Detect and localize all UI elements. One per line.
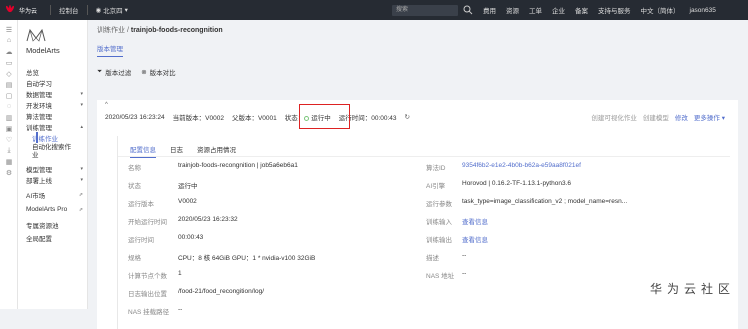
modelarts-logo[interactable]: ModelArts <box>18 20 87 66</box>
network-icon[interactable]: ◌ <box>0 101 18 112</box>
top-menu: 费用 资源 工单 企业 备案 支持与服务 中文（简体） jason635 <box>478 0 721 20</box>
version-detail-panel: 配置信息 日志 资源占用情况 名称 trainjob-foods-recongni… <box>117 136 730 329</box>
compare-icon: ⊚ <box>141 69 147 76</box>
tab-version-management[interactable]: 版本管理 <box>97 43 123 57</box>
current-version: 当前版本：V0002 <box>172 115 224 122</box>
menu-user[interactable]: jason635 <box>685 7 721 14</box>
menu-billing[interactable]: 费用 <box>478 5 501 15</box>
sidebar-item-deployment[interactable]: 部署上线 ▾ <box>18 174 87 185</box>
breadcrumb-current: trainjob-foods-recongnition <box>130 27 223 34</box>
console-link[interactable]: 控制台 <box>55 5 83 15</box>
sidebar-item-algorithms[interactable]: 算法管理 <box>18 110 87 121</box>
chevron-down-icon: ▾ <box>80 176 83 183</box>
view-input-link[interactable]: 查看信息 <box>462 216 488 226</box>
modelarts-mark-icon <box>26 28 46 42</box>
sidebar-item-global-config[interactable]: 全局配置 <box>18 232 87 243</box>
version-actions: 创建可视化作业 创建模型 修改 更多操作 ▾ <box>591 112 725 122</box>
menu-icp[interactable]: 备案 <box>570 5 593 15</box>
sidebar-item-modelarts-pro[interactable]: ModelArts Pro ⇗ <box>18 204 87 215</box>
brand-text: 华为云 <box>19 8 38 15</box>
main-content: 训练作业 / trainjob-foods-recongnition 版本管理 … <box>88 20 748 329</box>
heart-icon[interactable]: ♡ <box>0 134 18 145</box>
chevron-down-icon: ▾ <box>80 101 83 108</box>
grid-icon[interactable]: ▦ <box>0 156 18 167</box>
menu-support[interactable]: 支持与服务 <box>593 5 636 15</box>
create-model-button[interactable]: 创建模型 <box>643 112 669 122</box>
region-icon: ◉ <box>95 7 102 14</box>
sidebar-item-ai-market[interactable]: AI市场 ⇗ <box>18 189 87 200</box>
divider <box>50 5 51 15</box>
menu-tickets[interactable]: 工单 <box>524 5 547 15</box>
search-input[interactable]: 搜索 <box>392 5 458 16</box>
sidebar-item-dedicated-pool[interactable]: 专属资源池 <box>18 219 87 230</box>
sidebar-item-overview[interactable]: 总览 <box>18 66 87 77</box>
status-highlight-box <box>299 104 350 129</box>
monitor-icon[interactable]: ▣ <box>0 123 18 134</box>
server-icon[interactable]: ▭ <box>0 57 18 68</box>
chevron-down-icon: ▾ <box>124 7 128 14</box>
chevron-down-icon: ▾ <box>80 165 83 172</box>
chevron-down-icon: ▾ <box>80 90 83 97</box>
sidebar-item-auto-learning[interactable]: 自动学习 <box>18 77 87 88</box>
breadcrumb-parent[interactable]: 训练作业 <box>97 27 125 34</box>
version-toolbar: ⏷ 版本过滤 ⊚ 版本对比 <box>97 67 176 77</box>
top-bar: 华为云 控制台 ◉ 北京四 ▾ 搜索 费用 资源 工单 企业 备案 支持与服务 … <box>0 0 748 20</box>
sidebar-item-dev-env[interactable]: 开发环境 ▾ <box>18 99 87 110</box>
database-icon[interactable]: ▤ <box>0 79 18 90</box>
more-actions-button[interactable]: 更多操作 ▾ <box>694 112 725 122</box>
huawei-logo-icon <box>5 5 15 13</box>
page-tabs: 版本管理 <box>97 43 123 57</box>
breadcrumb-separator: / <box>126 27 129 34</box>
shield-icon[interactable]: ◇ <box>0 68 18 79</box>
divider <box>86 5 88 15</box>
sidebar-item-model-management[interactable]: 模型管理 ▾ <box>18 163 87 174</box>
algorithm-id-link[interactable]: 9354f6b2-e1e2-4b0b-b62a-e59aa8f021ef <box>462 162 581 169</box>
external-link-icon: ⇗ <box>78 191 83 198</box>
search-icon[interactable] <box>462 4 474 16</box>
product-name: ModelArts <box>26 46 60 55</box>
sidebar-item-training-jobs[interactable]: 训练作业 <box>18 132 87 143</box>
parent-version: 父版本：V0001 <box>231 115 277 122</box>
watermark: 华为云社区 <box>650 282 736 296</box>
tab-divider <box>118 156 730 157</box>
menu-enterprise[interactable]: 企业 <box>547 5 570 15</box>
create-visualization-button[interactable]: 创建可视化作业 <box>591 112 637 122</box>
huawei-cloud-logo[interactable]: 华为云 <box>0 0 46 20</box>
chevron-up-icon: ▴ <box>80 123 83 130</box>
menu-language[interactable]: 中文（简体） <box>636 5 685 15</box>
external-link-icon: ⇗ <box>78 206 83 213</box>
home-icon[interactable]: ⌂ <box>0 35 18 46</box>
refresh-icon[interactable]: ↻ <box>405 113 410 121</box>
breadcrumb: 训练作业 / trainjob-foods-recongnition <box>97 25 223 35</box>
gear-icon[interactable]: ⚙ <box>0 167 18 178</box>
cloud-icon[interactable]: ☁ <box>0 46 18 57</box>
region-selector[interactable]: ◉ 北京四 ▾ <box>92 5 132 15</box>
download-icon[interactable]: ⤓ <box>0 145 18 156</box>
chart-icon[interactable]: ▥ <box>0 112 18 123</box>
view-output-link[interactable]: 查看信息 <box>462 234 488 244</box>
region-label: 北京四 <box>103 8 123 15</box>
filter-icon: ⏷ <box>97 68 103 75</box>
collapse-icon[interactable]: ^ <box>105 102 108 108</box>
box-icon[interactable]: ▢ <box>0 90 18 101</box>
modelarts-sidebar: ModelArts 总览 自动学习 数据管理 ▾ 开发环境 ▾ 算法管理 训练管理 ▴… <box>18 20 88 309</box>
version-compare-button[interactable]: ⊚ 版本对比 <box>141 67 175 77</box>
version-card: ^ 2020/05/23 16:23:24 当前版本：V0002 父版本：V00… <box>97 100 738 329</box>
sidebar-item-auto-search-jobs[interactable]: 自动化搜索作业 <box>18 143 87 163</box>
service-icon-rail: ☰ ⌂ ☁ ▭ ◇ ▤ ▢ ◌ ▥ ▣ ♡ ⤓ ▦ ⚙ <box>0 20 18 309</box>
hamburger-icon[interactable]: ☰ <box>0 24 18 35</box>
version-header: 2020/05/23 16:23:24 当前版本：V0002 父版本：V0001… <box>105 104 725 129</box>
sidebar-item-data-management[interactable]: 数据管理 ▾ <box>18 88 87 99</box>
modify-button[interactable]: 修改 <box>675 112 688 122</box>
sidebar-item-training-management[interactable]: 训练管理 ▴ <box>18 121 87 132</box>
version-filter-button[interactable]: ⏷ 版本过滤 <box>97 67 131 77</box>
menu-resources[interactable]: 资源 <box>501 5 524 15</box>
version-time: 2020/05/23 16:23:24 <box>105 113 165 121</box>
